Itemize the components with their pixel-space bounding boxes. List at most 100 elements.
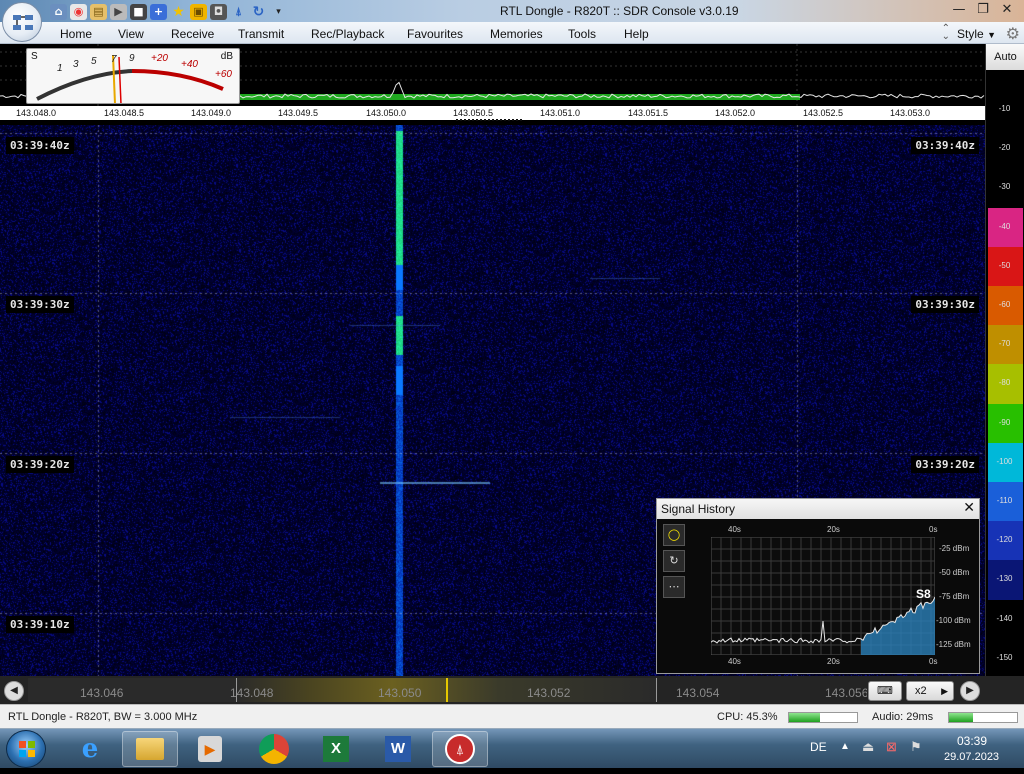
sdr-console-icon: ⍋ [445, 734, 475, 764]
signal-history-title: Signal History [657, 499, 979, 519]
lifebuoy-icon[interactable]: ◉ [70, 3, 87, 20]
db-unit-label: dB [220, 51, 233, 62]
antenna-icon[interactable]: ⍋ [230, 4, 247, 20]
quick-access-toolbar: ⌂ ◉ ▤ ▶ ■ + ★ ▣ ◘ ⍋ ↻ ▾ [50, 3, 287, 20]
language-indicator[interactable]: DE [810, 740, 827, 754]
show-hidden-icons-icon[interactable]: ▲ [840, 741, 850, 752]
close-button[interactable]: ✕ [996, 1, 1018, 19]
action-center-icon[interactable]: ⚑ [910, 739, 922, 755]
camera-icon[interactable]: ◘ [210, 3, 227, 20]
clock-date[interactable]: 29.07.2023 [944, 751, 999, 763]
cpu-status: CPU: 45.3% [717, 711, 778, 723]
excel-icon: X [323, 736, 349, 762]
history-time-label: 0s [929, 525, 938, 534]
tuning-bar[interactable]: ◀ 143.046 143.048 143.050 143.052 143.05… [0, 676, 1024, 704]
s-scale-5: 5 [91, 56, 97, 67]
menu-help[interactable]: Help [624, 27, 649, 41]
history-time-label: 40s [728, 525, 741, 534]
style-menu[interactable]: Style ▼ [957, 27, 996, 41]
s-reading-label: S8 [916, 587, 931, 601]
toolbar-overflow-icon[interactable]: ▾ [270, 4, 287, 20]
db-label: -110 [996, 496, 1013, 505]
audio-level-bar [948, 712, 1018, 723]
settings-gear-icon[interactable]: ⚙ [1006, 24, 1020, 44]
menu-home[interactable]: Home [60, 27, 92, 41]
status-bar: RTL Dongle - R820T, BW = 3.000 MHz CPU: … [0, 704, 1024, 728]
s-scale-plus60: +60 [215, 69, 232, 80]
folder-icon[interactable]: ▤ [90, 3, 107, 20]
tuning-freq-label: 143.056 [825, 686, 867, 700]
menu-favourites[interactable]: Favourites [407, 27, 463, 41]
s-meter: S dB 1 3 5 7 9 +20 +40 +60 [26, 48, 240, 104]
menu-bar: Home View Receive Transmit Rec/Playback … [0, 22, 1024, 44]
lock-icon[interactable]: ▣ [190, 3, 207, 20]
windows-logo-icon [19, 741, 35, 757]
folder-icon [136, 738, 164, 760]
db-label: -10 [998, 104, 1011, 113]
device-status: RTL Dongle - R820T, BW = 3.000 MHz [8, 711, 198, 723]
favourite-star-icon[interactable]: ★ [170, 4, 187, 20]
maximize-button[interactable]: ❐ [972, 1, 994, 19]
safely-remove-icon[interactable]: ⏏ [862, 739, 874, 755]
db-label: -70 [998, 339, 1011, 349]
freq-label: 143.051.5 [628, 108, 669, 118]
dropdown-arrow-icon: ▼ [987, 30, 996, 40]
taskbar-word[interactable]: W [370, 731, 426, 767]
windows-taskbar: e ▶ X W ⍋ DE ▲ ⏏ ⊠ ⚑ 03:39 29.07.2023 [0, 728, 1024, 768]
title-bar: ⌂ ◉ ▤ ▶ ■ + ★ ▣ ◘ ⍋ ↻ ▾ RTL Dongle - R82… [0, 0, 1024, 22]
menu-view[interactable]: View [118, 27, 144, 41]
frequency-axis[interactable]: 143.048.0 143.048.5 143.049.0 143.049.5 … [0, 106, 985, 122]
scroll-right-icon[interactable]: ▶ [960, 681, 980, 701]
filter-indicator[interactable] [456, 119, 522, 122]
play-icon[interactable]: ▶ [110, 3, 127, 20]
tuning-freq-label: 143.050 [378, 686, 422, 700]
taskbar-media-player[interactable]: ▶ [182, 731, 238, 767]
taskbar-excel[interactable]: X [308, 731, 364, 767]
minimize-button[interactable]: — [948, 1, 970, 19]
clock-time[interactable]: 03:39 [957, 734, 987, 748]
start-button[interactable] [6, 730, 46, 768]
freq-label: 143.051.0 [540, 108, 581, 118]
s-scale-3: 3 [73, 59, 79, 70]
s-unit-label: S [31, 51, 38, 62]
scroll-left-icon[interactable]: ◀ [4, 681, 24, 701]
tuning-freq-label: 143.052 [527, 686, 571, 700]
menu-receive[interactable]: Receive [171, 27, 214, 41]
history-reset-button[interactable]: ↻ [663, 550, 685, 572]
zoom-button[interactable]: x2 ▶ [906, 681, 954, 701]
freq-label: 143.048.5 [104, 108, 145, 118]
signal-history-panel: Signal History ✕ ◯ ↻ ⋯ 40s 20s 0s S8 -25… [656, 498, 980, 674]
signal-history-close-button[interactable]: ✕ [963, 500, 975, 516]
taskbar-explorer[interactable] [122, 731, 178, 767]
menu-memories[interactable]: Memories [490, 27, 543, 41]
taskbar-internet-explorer[interactable]: e [62, 731, 118, 767]
db-label: -80 [998, 378, 1011, 388]
home-icon[interactable]: ⌂ [50, 3, 67, 20]
waterfall-time-left: 03:39:40z [6, 137, 74, 154]
application-menu-button[interactable] [2, 2, 42, 42]
taskbar-sdr-console[interactable]: ⍋ [432, 731, 488, 767]
db-label: -120 [996, 535, 1013, 545]
history-record-button[interactable]: ◯ [663, 524, 685, 546]
history-options-button[interactable]: ⋯ [663, 576, 685, 598]
menu-tools[interactable]: Tools [568, 27, 596, 41]
waterfall-time-right: 03:39:30z [911, 296, 979, 313]
stop-icon[interactable]: ■ [130, 3, 147, 20]
db-label: -140 [996, 613, 1013, 623]
waterfall-time-right: 03:39:40z [911, 137, 979, 154]
freq-label: 143.050.0 [366, 108, 407, 118]
add-icon[interactable]: + [150, 3, 167, 20]
db-scale: Auto -10 -20 -30 -40 -50 -60 -70 -80 -90 -100 -110… [985, 44, 1024, 676]
network-error-icon[interactable]: ⊠ [886, 739, 897, 755]
waterfall-time-right: 03:39:20z [911, 456, 979, 473]
collapse-ribbon-icon[interactable]: ⌃ ⌄ [942, 24, 950, 42]
refresh-icon[interactable]: ↻ [250, 4, 267, 20]
keyboard-button[interactable]: ⌨ [868, 681, 902, 701]
dbm-label: -25 dBm [939, 544, 970, 553]
auto-scale-button[interactable]: Auto [986, 44, 1024, 70]
db-label: -100 [996, 456, 1013, 466]
menu-transmit[interactable]: Transmit [238, 27, 284, 41]
waterfall-time-left: 03:39:10z [6, 616, 74, 633]
taskbar-chrome[interactable] [246, 731, 302, 767]
menu-rec-playback[interactable]: Rec/Playback [311, 27, 384, 41]
